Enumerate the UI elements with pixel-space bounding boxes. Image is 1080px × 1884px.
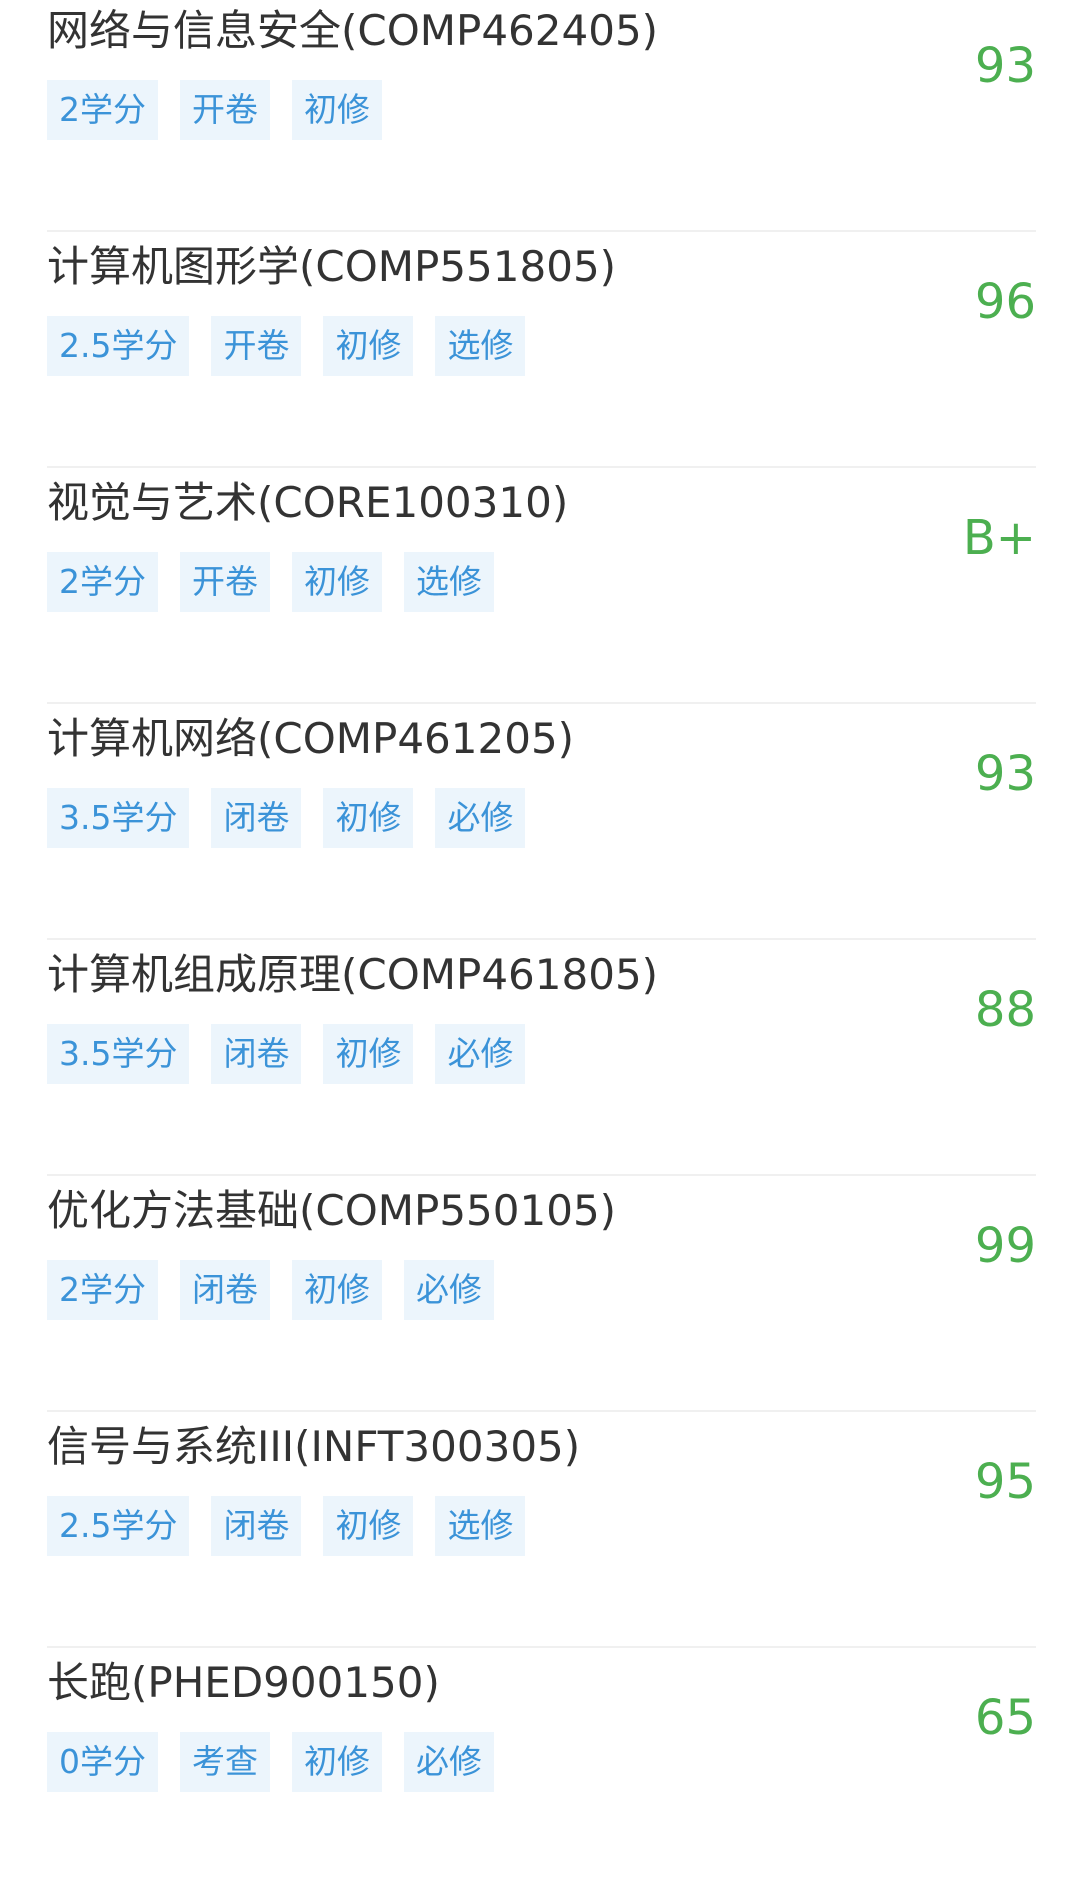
course-tags: 3.5学分 闭卷 初修 必修: [47, 788, 526, 848]
exam-type-tag: 开卷: [180, 552, 270, 612]
course-title: 计算机图形学(COMP551805): [47, 242, 617, 291]
course-type-tag: 必修: [404, 1732, 494, 1792]
course-title: 计算机网络(COMP461205): [47, 714, 575, 763]
credit-tag: 2.5学分: [47, 1496, 190, 1556]
course-item[interactable]: 计算机图形学(COMP551805) 2.5学分 开卷 初修 选修 96: [0, 232, 1080, 468]
course-type-tag: 选修: [435, 1496, 526, 1556]
exam-type-tag: 闭卷: [211, 1496, 302, 1556]
course-type-tag: 必修: [435, 788, 526, 848]
course-item[interactable]: 计算机网络(COMP461205) 3.5学分 闭卷 初修 必修 93: [0, 704, 1080, 940]
attempt-tag: 初修: [292, 80, 382, 140]
course-item[interactable]: 计算机组成原理(COMP461805) 3.5学分 闭卷 初修 必修 88: [0, 940, 1080, 1176]
course-tags: 2学分 闭卷 初修 必修: [47, 1260, 494, 1320]
exam-type-tag: 开卷: [211, 316, 302, 376]
course-title: 视觉与艺术(CORE100310): [47, 478, 569, 527]
attempt-tag: 初修: [292, 1732, 382, 1792]
course-tags: 0学分 考查 初修 必修: [47, 1732, 494, 1792]
credit-tag: 0学分: [47, 1732, 158, 1792]
attempt-tag: 初修: [292, 552, 382, 612]
course-item[interactable]: 信号与系统III(INFT300305) 2.5学分 闭卷 初修 选修 95: [0, 1412, 1080, 1648]
attempt-tag: 初修: [323, 1024, 414, 1084]
course-tags: 2.5学分 闭卷 初修 选修: [47, 1496, 526, 1556]
course-type-tag: 选修: [404, 552, 494, 612]
course-title: 计算机组成原理(COMP461805): [47, 950, 659, 999]
course-item[interactable]: 网络与信息安全(COMP462405) 2学分 开卷 初修 93: [0, 0, 1080, 232]
course-tags: 3.5学分 闭卷 初修 必修: [47, 1024, 526, 1084]
course-score: 96: [974, 274, 1036, 330]
credit-tag: 2.5学分: [47, 316, 190, 376]
exam-type-tag: 闭卷: [180, 1260, 270, 1320]
exam-type-tag: 闭卷: [211, 788, 302, 848]
attempt-tag: 初修: [323, 1496, 414, 1556]
credit-tag: 3.5学分: [47, 1024, 190, 1084]
exam-type-tag: 闭卷: [211, 1024, 302, 1084]
credit-tag: 2学分: [47, 80, 158, 140]
course-type-tag: 选修: [435, 316, 526, 376]
course-score: 95: [974, 1454, 1036, 1510]
attempt-tag: 初修: [323, 788, 414, 848]
course-score: B+: [962, 510, 1036, 566]
course-item[interactable]: 长跑(PHED900150) 0学分 考查 初修 必修 65: [0, 1648, 1080, 1884]
course-tags: 2学分 开卷 初修 选修: [47, 552, 494, 612]
exam-type-tag: 开卷: [180, 80, 270, 140]
course-item[interactable]: 视觉与艺术(CORE100310) 2学分 开卷 初修 选修 B+: [0, 468, 1080, 704]
credit-tag: 2学分: [47, 1260, 158, 1320]
course-title: 网络与信息安全(COMP462405): [47, 6, 659, 55]
exam-type-tag: 考查: [180, 1732, 270, 1792]
credit-tag: 3.5学分: [47, 788, 190, 848]
attempt-tag: 初修: [323, 316, 414, 376]
attempt-tag: 初修: [292, 1260, 382, 1320]
course-item[interactable]: 优化方法基础(COMP550105) 2学分 闭卷 初修 必修 99: [0, 1176, 1080, 1412]
course-title: 信号与系统III(INFT300305): [47, 1422, 581, 1471]
course-title: 长跑(PHED900150): [47, 1658, 440, 1707]
course-score: 93: [974, 38, 1036, 94]
course-list: 网络与信息安全(COMP462405) 2学分 开卷 初修 93 计算机图形学(…: [0, 0, 1080, 1884]
course-score: 99: [974, 1218, 1036, 1274]
course-score: 93: [974, 746, 1036, 802]
course-type-tag: 必修: [404, 1260, 494, 1320]
course-title: 优化方法基础(COMP550105): [47, 1186, 617, 1235]
course-tags: 2学分 开卷 初修: [47, 80, 382, 140]
credit-tag: 2学分: [47, 552, 158, 612]
course-type-tag: 必修: [435, 1024, 526, 1084]
course-tags: 2.5学分 开卷 初修 选修: [47, 316, 526, 376]
course-score: 88: [974, 982, 1036, 1038]
course-score: 65: [974, 1690, 1036, 1746]
